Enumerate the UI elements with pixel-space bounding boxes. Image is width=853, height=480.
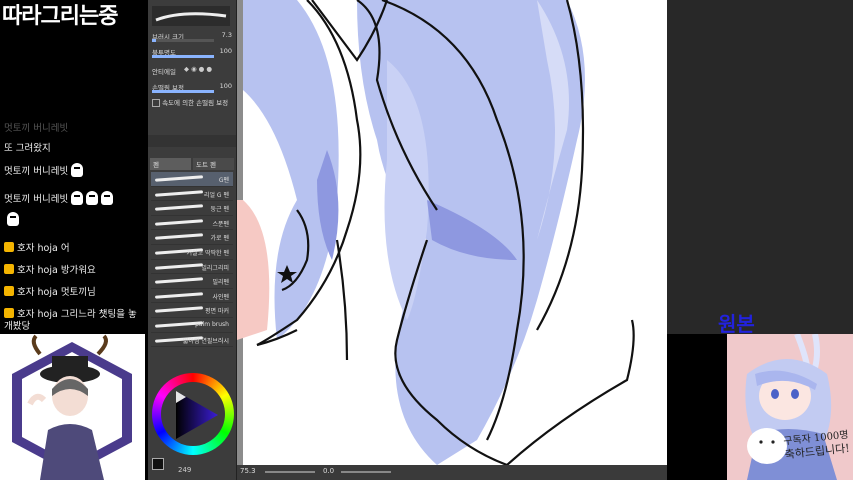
chat-text: 호자 hoja 어 <box>17 243 70 254</box>
stream-title: 따라그리는중 <box>2 4 118 29</box>
chat-text: 개봤당 <box>4 321 31 332</box>
brush-preview-stroke <box>155 12 227 22</box>
brush-stroke-preview <box>154 277 204 284</box>
zoom-value[interactable]: 75.3 <box>240 467 256 475</box>
brush-item[interactable]: 얇아짐 연필브러시 <box>151 333 233 348</box>
chat-message: 개봤당 <box>4 318 30 332</box>
streamer-avatar-image <box>0 334 145 480</box>
memory-status: 249 <box>178 466 192 474</box>
chat-text: 멋토끼 버니레빗 <box>4 194 69 205</box>
brush-name: 리얼 G 펜 <box>203 191 229 199</box>
emote-icon <box>86 191 99 205</box>
subscriber-badge-icon <box>4 242 14 252</box>
emote-icon <box>71 163 84 177</box>
brush-item[interactable]: 평면 마커 <box>151 303 233 318</box>
speed-stabilization-label: 속도에 의한 손떨림 보정 <box>162 99 229 107</box>
brush-size-slider[interactable]: 브러시 크기 7.3 <box>152 31 232 43</box>
chat-message: 호자 hoja 멋토끼님 <box>4 284 96 298</box>
brush-stroke-preview <box>154 306 204 314</box>
antialias-options[interactable]: ◆◉●● <box>184 65 214 73</box>
reference-label: 원본 <box>718 312 755 336</box>
brush-name: G펜 <box>218 177 229 184</box>
subscriber-badge-icon <box>4 308 14 318</box>
color-triangle[interactable] <box>152 373 234 455</box>
brush-name: 둥근 펜 <box>210 206 229 214</box>
subscriber-badge-icon <box>4 264 14 274</box>
chat-text: 호자 hoja 그리느라 챗팅을 놓 <box>17 309 137 320</box>
brush-item[interactable]: 가로 펜 <box>151 230 233 245</box>
tab-dot-pen[interactable]: 도트 펜 <box>193 158 234 170</box>
brush-stroke-preview <box>154 292 204 299</box>
chat-text: 호자 hoja 방가워요 <box>17 265 96 276</box>
brush-name: 밀리그리피 <box>201 264 229 272</box>
chat-message: 호자 hoja 어 <box>4 240 70 254</box>
brush-name: 가로 펜 <box>210 235 229 243</box>
rotation-slider[interactable] <box>341 471 391 473</box>
emote-icon <box>101 191 114 205</box>
checkbox-icon[interactable] <box>152 99 160 107</box>
brush-stroke-preview <box>154 219 204 226</box>
color-wheel[interactable] <box>152 373 234 455</box>
brush-name: 밀리펜 <box>212 279 229 287</box>
emote-icon <box>71 191 84 205</box>
chat-text: 멋토끼 버니레빗 <box>4 166 69 177</box>
main-color-swatch[interactable] <box>152 458 164 470</box>
brush-list: G펜리얼 G 펜둥근 펜스푼펜가로 펜거칠고 딱딱한 펜밀리그리피밀리펜사인펜평… <box>151 172 233 348</box>
emote-icon <box>7 212 19 226</box>
stabilization-value: 100 <box>219 82 232 90</box>
brush-name: 평면 마커 <box>205 308 229 316</box>
chat-message: 멋토끼 버니레빗 <box>4 163 84 177</box>
chat-text: 또 그려왔지 <box>4 143 51 154</box>
antialias-selector[interactable]: 안티에일 ◆◉●● <box>152 65 232 78</box>
chat-text: 호자 hoja 멋토끼님 <box>17 287 96 298</box>
brush-item[interactable]: 사인펜 <box>151 289 233 304</box>
brush-preview <box>152 6 230 26</box>
brush-item[interactable]: G펜 <box>151 172 233 187</box>
chat-message: 호자 hoja 방가워요 <box>4 262 96 276</box>
brush-item[interactable]: 둥근 펜 <box>151 201 233 216</box>
drawing-canvas[interactable] <box>237 0 667 465</box>
stabilization-slider[interactable]: 손떨림 보정 100 <box>152 82 232 94</box>
canvas-artwork <box>237 0 667 465</box>
brush-stroke-preview <box>154 189 204 197</box>
brush-name: 거칠고 딱딱한 펜 <box>186 249 229 257</box>
tab-pen[interactable]: 펜 <box>150 158 191 170</box>
rotation-value[interactable]: 0.0 <box>323 467 334 475</box>
chat-message: 멋토끼 버니레빗 <box>4 120 68 134</box>
speed-stabilization-toggle[interactable]: 속도에 의한 손떨림 보정 <box>152 97 232 109</box>
subscriber-badge-icon <box>4 286 14 296</box>
brush-item[interactable]: palm brush <box>151 318 233 333</box>
brush-stroke-preview <box>154 204 204 211</box>
brush-item[interactable]: 거칠고 딱딱한 펜 <box>151 245 233 260</box>
streamer-avatar-illustration <box>12 334 132 480</box>
zoom-slider[interactable] <box>265 471 315 473</box>
brush-item[interactable]: 스푼펜 <box>151 216 233 231</box>
brush-stroke-preview <box>154 262 204 270</box>
chat-message: 멋토끼 버니레빗 <box>4 191 114 205</box>
brush-name: 스푼펜 <box>212 220 229 228</box>
opacity-value: 100 <box>219 47 232 55</box>
brush-name: 사인펜 <box>212 293 229 301</box>
workspace-background <box>667 0 853 334</box>
brush-item[interactable]: 밀리펜 <box>151 274 233 289</box>
chat-message: 또 그려왔지 <box>4 140 51 154</box>
brush-stroke-preview <box>154 175 204 182</box>
antialias-label: 안티에일 <box>152 68 176 76</box>
brush-name: palm brush <box>195 320 229 328</box>
brush-tab-bar: 펜 도트 펜 <box>150 158 234 170</box>
brush-size-value: 7.3 <box>221 31 232 39</box>
canvas-status-bar: 75.3 0.0 <box>237 465 667 480</box>
panel-divider <box>148 135 236 147</box>
chat-text: 멋토끼 버니레빗 <box>4 123 69 134</box>
chat-message <box>4 212 19 226</box>
brush-name: 얇아짐 연필브러시 <box>182 337 229 345</box>
brush-stroke-preview <box>154 233 204 241</box>
brush-item[interactable]: 밀리그리피 <box>151 260 233 275</box>
brush-item[interactable]: 리얼 G 펜 <box>151 187 233 202</box>
opacity-slider[interactable]: 불투명도 100 <box>152 47 232 59</box>
